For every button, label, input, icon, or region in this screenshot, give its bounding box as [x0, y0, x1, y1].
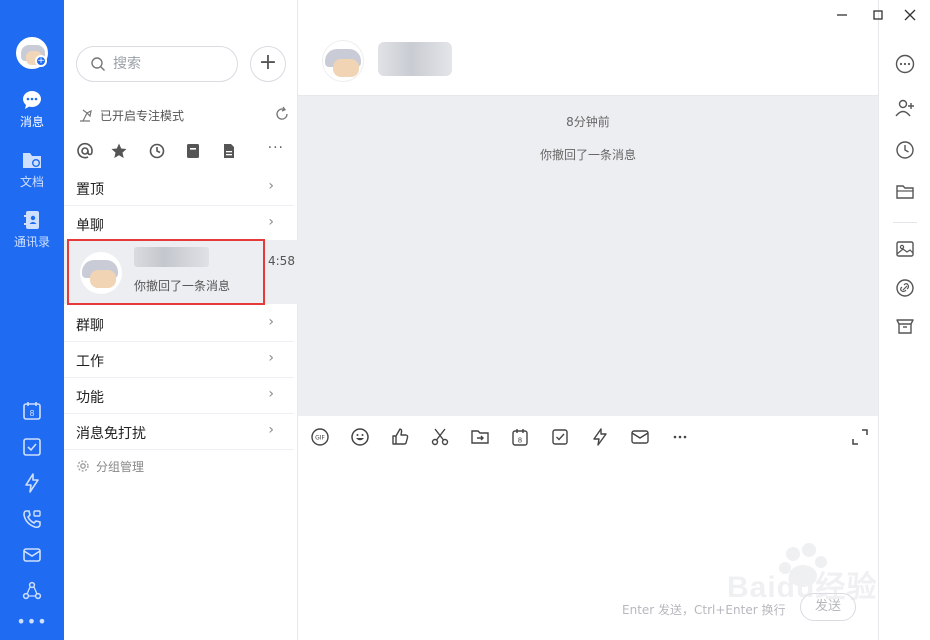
- task-checkbox-icon[interactable]: [550, 427, 570, 447]
- app-window: + 消息 文档 通讯录 8 ••• 搜索 + 已开启专注模式 ··· 置顶 › …: [0, 0, 930, 640]
- filter-row: ···: [76, 140, 290, 162]
- group-label: 消息免打扰: [76, 426, 146, 442]
- gear-icon: [77, 460, 89, 472]
- group-label: 单聊: [76, 218, 104, 234]
- group-work[interactable]: 工作 ›: [64, 342, 294, 378]
- conversation-time: 4:58: [268, 254, 295, 268]
- checkbox-icon[interactable]: [21, 436, 43, 458]
- message-timestamp: 8分钟前: [566, 115, 610, 129]
- close-icon[interactable]: [901, 6, 919, 24]
- nav-item-contacts[interactable]: 通讯录: [0, 210, 64, 250]
- nav-label-messages: 消息: [19, 115, 44, 129]
- filter-more-button[interactable]: ···: [268, 140, 284, 156]
- refresh-icon[interactable]: [274, 106, 290, 122]
- clock-icon[interactable]: [148, 142, 166, 160]
- group-label: 功能: [76, 390, 104, 406]
- rail-divider: [893, 222, 917, 223]
- file-icon[interactable]: [220, 142, 238, 160]
- phone-icon[interactable]: [21, 508, 43, 530]
- search-input[interactable]: [113, 55, 223, 73]
- chat-contact-name-blurred: [378, 42, 452, 76]
- focus-lamp-icon: [80, 109, 92, 122]
- group-pinned[interactable]: 置顶 ›: [64, 170, 294, 206]
- network-icon[interactable]: [21, 580, 43, 602]
- group-group-chat[interactable]: 群聊 ›: [64, 306, 294, 342]
- send-file-folder-icon[interactable]: [470, 427, 490, 447]
- chat-header: [298, 0, 878, 96]
- more-circle-icon[interactable]: [894, 53, 916, 75]
- chat-contact-avatar[interactable]: [322, 40, 364, 82]
- add-button[interactable]: +: [250, 46, 286, 82]
- lightning-icon[interactable]: [21, 472, 43, 494]
- emoji-icon[interactable]: [350, 427, 370, 447]
- minimize-icon[interactable]: [833, 6, 851, 24]
- more-dots-icon[interactable]: [670, 427, 690, 447]
- group-label: 置顶: [76, 182, 104, 198]
- nav-label-docs: 文档: [19, 175, 44, 189]
- gif-text: GIF: [315, 435, 325, 442]
- group-single-chat[interactable]: 单聊 ›: [64, 206, 294, 242]
- watermark-text: Baidu经验: [727, 571, 878, 604]
- focus-mode-text: 已开启专注模式: [100, 109, 185, 123]
- chat-bubble-icon: [23, 91, 41, 109]
- calendar-icon[interactable]: 8: [21, 400, 43, 422]
- add-member-icon[interactable]: [894, 97, 916, 119]
- group-label: 工作: [76, 354, 104, 370]
- toolbar-calendar-day: 8: [518, 437, 522, 445]
- group-features[interactable]: 功能 ›: [64, 378, 294, 414]
- maximize-icon[interactable]: [869, 6, 887, 24]
- document-folder-icon: [23, 153, 41, 168]
- archive-box-icon[interactable]: [184, 142, 202, 160]
- chevron-right-icon: ›: [268, 422, 274, 438]
- chevron-right-icon: ›: [268, 350, 274, 366]
- focus-mode-row[interactable]: 已开启专注模式: [76, 104, 290, 126]
- group-do-not-disturb[interactable]: 消息免打扰 ›: [64, 414, 294, 450]
- lightning-icon[interactable]: [590, 427, 610, 447]
- recall-notice: 你撤回了一条消息: [539, 148, 636, 162]
- thumbs-up-icon[interactable]: [390, 427, 410, 447]
- more-dots-icon[interactable]: •••: [0, 612, 64, 631]
- gif-icon[interactable]: GIF: [310, 427, 330, 447]
- mail-icon[interactable]: [630, 427, 650, 447]
- image-icon[interactable]: [894, 238, 916, 260]
- baidu-watermark: Baidu经验: [705, 540, 890, 610]
- calendar-day-text: 8: [29, 409, 34, 418]
- nav-item-messages[interactable]: 消息: [0, 90, 64, 130]
- expand-icon[interactable]: [850, 427, 870, 447]
- search-box[interactable]: [76, 46, 238, 82]
- nav-label-contacts: 通讯录: [13, 235, 50, 249]
- folder-icon[interactable]: [894, 181, 916, 203]
- calendar-icon[interactable]: 8: [510, 427, 530, 447]
- add-status-badge[interactable]: +: [35, 55, 47, 67]
- search-icon: [91, 57, 105, 71]
- chevron-right-icon: ›: [268, 314, 274, 330]
- history-clock-icon[interactable]: [894, 139, 916, 161]
- star-icon[interactable]: [110, 142, 128, 160]
- scissors-icon[interactable]: [430, 427, 450, 447]
- conversation-list-panel: + 已开启专注模式: [64, 0, 298, 640]
- main-nav: + 消息 文档 通讯录 8 •••: [0, 0, 64, 640]
- link-icon[interactable]: [894, 277, 916, 299]
- mention-icon[interactable]: [76, 142, 94, 160]
- group-manage-link[interactable]: 分组管理: [76, 458, 144, 475]
- composer-toolbar: GIF 8: [298, 417, 878, 457]
- chevron-right-icon: ›: [268, 178, 274, 194]
- highlight-annotation: [67, 239, 265, 305]
- chevron-right-icon: ›: [268, 214, 274, 230]
- group-manage-label: 分组管理: [96, 460, 145, 474]
- contacts-book-icon: [24, 211, 39, 229]
- message-area: 8分钟前 你撤回了一条消息: [298, 96, 878, 416]
- nav-item-docs[interactable]: 文档: [0, 150, 64, 190]
- chevron-right-icon: ›: [268, 386, 274, 402]
- archive-box-icon[interactable]: [894, 315, 916, 337]
- group-label: 群聊: [76, 318, 104, 334]
- mail-icon[interactable]: [21, 544, 43, 566]
